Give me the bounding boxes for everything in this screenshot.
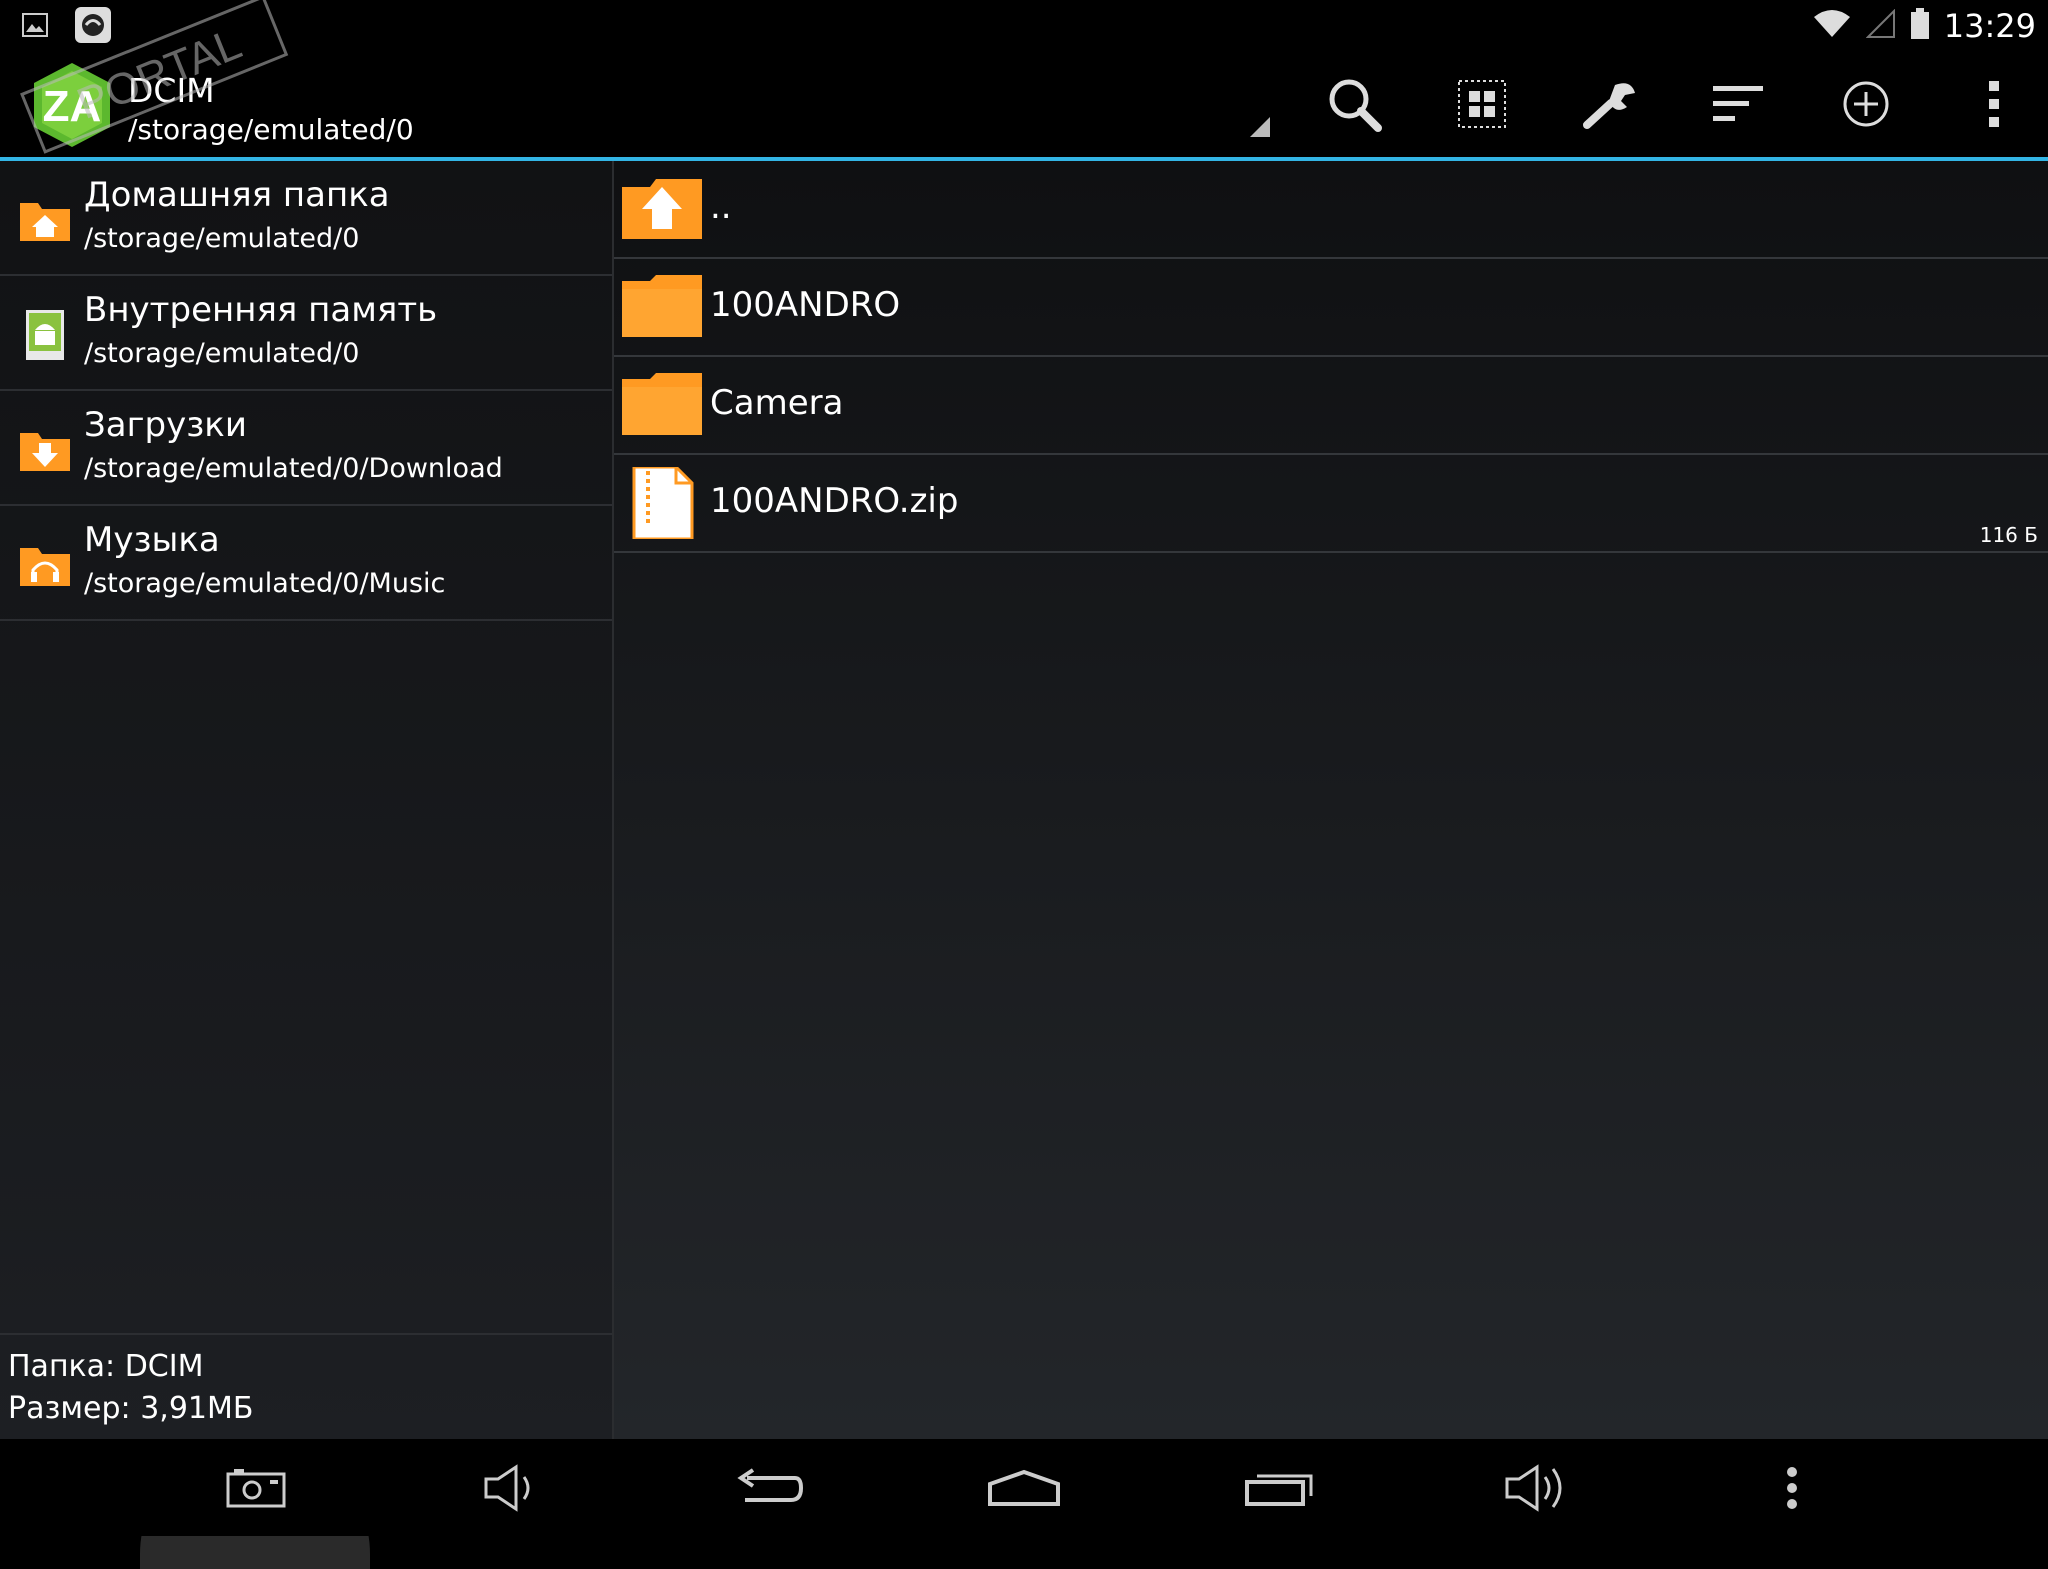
android-storage-icon <box>26 310 64 360</box>
download-folder-icon <box>20 433 70 471</box>
bookmark-label: Внутренняя память <box>84 290 438 330</box>
navigation-bar <box>0 1439 2048 1536</box>
wifi-icon <box>1812 9 1852 43</box>
app-logo-icon[interactable]: ZA <box>28 61 116 149</box>
current-folder-title[interactable]: DCIM <box>128 71 215 110</box>
bookmark-path: /storage/emulated/0/Download <box>84 453 503 484</box>
bookmark-label: Музыка <box>84 520 220 560</box>
bookmark-home[interactable]: Домашняя папка /storage/emulated/0 <box>0 161 612 276</box>
svg-text:ZA: ZA <box>43 82 102 131</box>
current-folder-path[interactable]: /storage/emulated/0 <box>128 113 414 146</box>
bookmark-label: Домашняя папка <box>84 175 390 215</box>
volume-up-icon <box>1505 1463 1562 1512</box>
dropdown-triangle-icon[interactable] <box>1250 117 1270 137</box>
bookmark-path: /storage/emulated/0/Music <box>84 568 446 599</box>
app-notification-icon <box>74 6 112 48</box>
back-icon <box>737 1467 803 1502</box>
status-time: 13:29 <box>1943 6 2036 45</box>
home-icon <box>988 1469 1060 1506</box>
home-button[interactable] <box>964 1439 1084 1536</box>
sort-button[interactable] <box>1674 51 1802 157</box>
bookmark-label: Загрузки <box>84 405 247 445</box>
file-row-parent[interactable]: .. <box>614 161 2048 259</box>
bookmarks-panel: Домашняя папка /storage/emulated/0 Внутр… <box>0 161 614 1439</box>
multiselect-button[interactable] <box>1418 51 1546 157</box>
tools-button[interactable] <box>1546 51 1674 157</box>
overflow-menu-button[interactable] <box>1930 51 2048 157</box>
file-name: Camera <box>710 383 844 423</box>
folder-size-info: Размер: 3,91МБ <box>8 1391 254 1426</box>
multiselect-icon <box>1458 80 1506 128</box>
music-folder-icon <box>20 548 70 586</box>
file-row-zip[interactable]: 100ANDRO.zip 116 Б <box>614 455 2048 553</box>
back-button[interactable] <box>708 1439 828 1536</box>
folder-info-footer: Папка: DCIM Размер: 3,91МБ <box>0 1333 612 1439</box>
folder-icon <box>622 373 702 435</box>
bookmark-downloads[interactable]: Загрузки /storage/emulated/0/Download <box>0 391 612 506</box>
screenshot-icon <box>226 1468 286 1507</box>
file-list-panel: .. 100ANDRO Camera 100ANDRO.zip 116 Б <box>614 161 2048 1439</box>
folder-icon <box>622 275 702 337</box>
search-button[interactable] <box>1290 51 1418 157</box>
volume-down-button[interactable] <box>452 1439 572 1536</box>
recents-icon <box>1245 1474 1313 1506</box>
sort-icon <box>1713 86 1763 121</box>
action-bar: ZA DCIM /storage/emulated/0 <box>0 51 2048 161</box>
file-row-folder[interactable]: Camera <box>614 357 2048 455</box>
recents-button[interactable] <box>1220 1439 1340 1536</box>
menu-button[interactable] <box>1732 1439 1852 1536</box>
add-button[interactable] <box>1802 51 1930 157</box>
zip-file-icon <box>632 467 694 539</box>
signal-icon <box>1865 8 1896 43</box>
overflow-menu-icon <box>1989 81 1999 127</box>
file-row-folder[interactable]: 100ANDRO <box>614 259 2048 357</box>
status-bar: 13:29 <box>0 0 2048 51</box>
tools-icon <box>1583 83 1635 129</box>
image-notification-icon <box>22 12 48 42</box>
screenshot-button[interactable] <box>196 1439 316 1536</box>
add-icon <box>1843 81 1889 127</box>
bookmark-music[interactable]: Музыка /storage/emulated/0/Music <box>0 506 612 621</box>
bookmark-internal-storage[interactable]: Внутренняя память /storage/emulated/0 <box>0 276 612 391</box>
bookmark-path: /storage/emulated/0 <box>84 223 360 254</box>
file-size: 116 Б <box>1979 523 2038 547</box>
file-name: 100ANDRO.zip <box>710 481 959 521</box>
file-name: .. <box>710 187 732 227</box>
file-name: 100ANDRO <box>710 285 901 325</box>
bookmark-path: /storage/emulated/0 <box>84 338 360 369</box>
search-icon <box>1329 79 1382 132</box>
volume-up-button[interactable] <box>1476 1439 1596 1536</box>
volume-down-icon <box>484 1463 530 1512</box>
menu-icon <box>1787 1466 1797 1509</box>
folder-name-info: Папка: DCIM <box>8 1349 204 1384</box>
battery-icon <box>1910 7 1930 44</box>
home-folder-icon <box>20 203 70 241</box>
parent-folder-icon <box>622 179 702 239</box>
